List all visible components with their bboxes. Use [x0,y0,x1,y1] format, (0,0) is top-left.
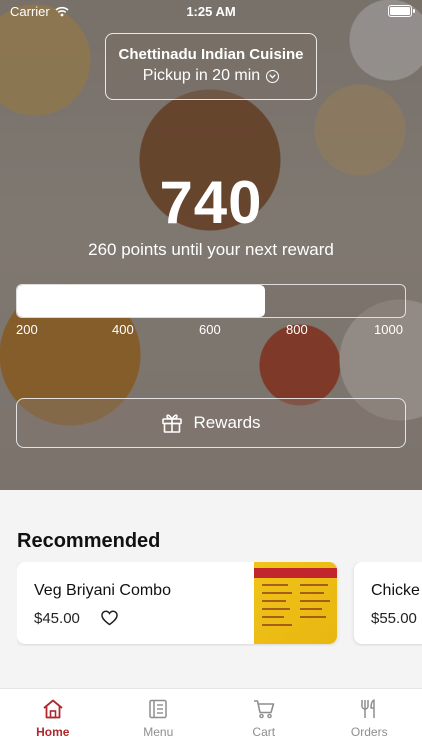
store-selector-button[interactable]: Chettinadu Indian Cuisine Pickup in 20 m… [105,33,317,100]
item-price: $55.00 [371,610,417,627]
tab-label: Orders [350,725,388,739]
tick-label: 800 [286,322,308,337]
tick-label: 1000 [374,322,403,337]
status-time: 1:25 AM [186,4,236,19]
tick-label: 400 [112,322,134,337]
item-name: Veg Briyani Combo [34,582,171,599]
tab-label: Menu [143,725,174,739]
tab-menu[interactable]: Menu [106,689,212,750]
rewards-button[interactable]: Rewards [16,398,406,448]
item-price: $45.00 [34,610,80,627]
recommended-carousel[interactable]: Veg Briyani Combo $45.00 Chicke $55.00 [17,562,422,646]
cart-icon [253,700,275,719]
rewards-progress-fill [17,285,266,317]
recommended-heading: Recommended [17,530,161,552]
bottom-tab-bar: Home Menu Cart Orders [0,688,422,750]
chevron-down-icon [266,69,280,83]
tick-label: 600 [199,322,221,337]
rewards-progress-bar [16,284,406,318]
home-icon [43,699,63,719]
tick-label: 200 [16,322,38,337]
tab-cart[interactable]: Cart [211,689,317,750]
gift-icon [162,414,183,433]
rewards-button-label: Rewards [193,413,261,432]
tab-orders[interactable]: Orders [317,689,422,750]
tab-home[interactable]: Home [0,689,106,750]
tab-label: Home [36,725,70,739]
tab-label: Cart [252,725,276,739]
progress-tick-labels: 200 400 600 800 1000 [16,322,406,338]
recommended-item-card[interactable]: Chicke $55.00 [354,562,422,644]
recommended-item-card[interactable]: Veg Briyani Combo $45.00 [17,562,337,644]
store-name: Chettinadu Indian Cuisine [118,46,304,63]
favorite-heart-icon[interactable] [101,610,118,626]
battery-icon [388,5,415,17]
pickup-time: Pickup in 20 min [142,67,261,84]
points-remaining-text: 260 points until your next reward [88,240,334,259]
item-name: Chicke [371,582,420,599]
status-bar: Carrier 1:25 AM [0,0,422,24]
points-balance: 740 [159,169,263,236]
item-image [254,562,337,644]
fork-knife-icon [361,699,375,718]
menu-book-icon [149,699,167,719]
